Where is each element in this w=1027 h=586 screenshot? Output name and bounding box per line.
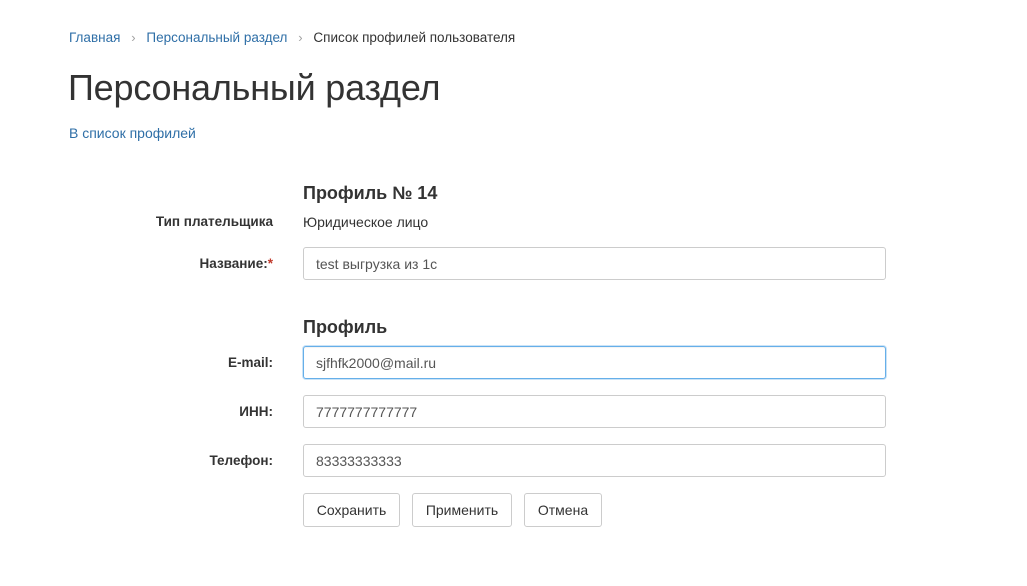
chevron-right-icon: ›	[131, 30, 136, 45]
apply-button[interactable]: Применить	[412, 493, 512, 527]
payer-type-label: Тип плательщика	[155, 214, 273, 229]
breadcrumb-home-link[interactable]: Главная	[69, 29, 120, 47]
profile-number-heading: Профиль № 14	[303, 183, 438, 203]
payer-type-value: Юридическое лицо	[303, 214, 429, 230]
page: Главная › Персональный раздел › Список п…	[0, 0, 1027, 586]
name-input[interactable]	[303, 247, 886, 280]
name-label-text: Название:	[199, 256, 268, 271]
back-to-profiles-link[interactable]: В список профилей	[69, 124, 196, 142]
breadcrumb: Главная › Персональный раздел › Список п…	[69, 29, 515, 47]
cancel-button[interactable]: Отмена	[524, 493, 602, 527]
save-button[interactable]: Сохранить	[303, 493, 400, 527]
inn-input[interactable]	[303, 395, 886, 428]
email-label: E-mail:	[227, 355, 273, 370]
phone-label: Телефон:	[209, 453, 273, 468]
chevron-right-icon: ›	[298, 30, 303, 45]
name-label: Название:*	[200, 255, 273, 273]
profile-heading: Профиль	[303, 317, 388, 337]
breadcrumb-current: Список профилей пользователя	[313, 30, 516, 45]
email-input[interactable]	[303, 346, 886, 379]
inn-label: ИНН:	[239, 404, 273, 419]
required-mark: *	[267, 256, 273, 271]
breadcrumb-personal-link[interactable]: Персональный раздел	[146, 29, 287, 47]
phone-input[interactable]	[303, 444, 886, 477]
page-title: Персональный раздел	[68, 67, 441, 108]
